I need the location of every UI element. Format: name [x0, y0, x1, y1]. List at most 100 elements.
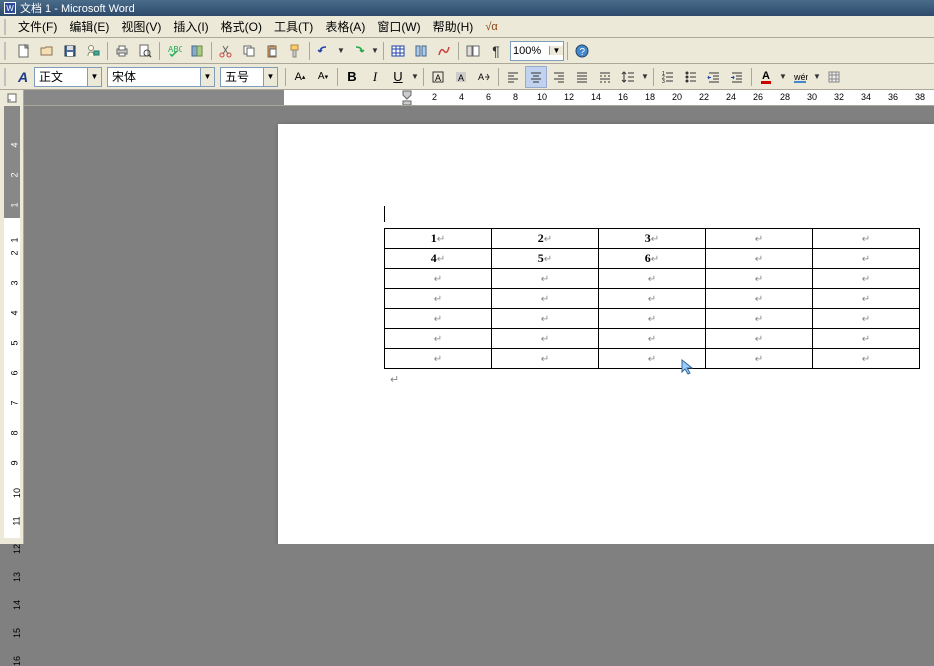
equation-hint[interactable]: √α — [485, 21, 497, 33]
table-cell[interactable]: ↵ — [813, 229, 920, 249]
highlight-button[interactable] — [823, 66, 845, 88]
size-input[interactable] — [221, 70, 263, 84]
page[interactable]: 1↵2↵3↵↵↵4↵5↵6↵↵↵↵↵↵↵↵↵↵↵↵↵↵↵↵↵↵↵↵↵↵↵↵↵↵↵… — [278, 124, 934, 544]
table-cell[interactable]: ↵ — [706, 249, 813, 269]
table-cell[interactable]: ↵ — [706, 309, 813, 329]
shrink-font-button[interactable]: A▾ — [312, 66, 334, 88]
table-cell[interactable]: ↵ — [813, 249, 920, 269]
table-row[interactable]: ↵↵↵↵↵ — [385, 269, 920, 289]
table-row[interactable]: ↵↵↵↵↵ — [385, 329, 920, 349]
table-cell[interactable]: ↵ — [492, 289, 599, 309]
table-cell[interactable]: ↵ — [813, 349, 920, 369]
table-row[interactable]: 1↵2↵3↵↵↵ — [385, 229, 920, 249]
font-input[interactable] — [108, 70, 200, 84]
table-cell[interactable]: ↵ — [492, 329, 599, 349]
document-table[interactable]: 1↵2↵3↵↵↵4↵5↵6↵↵↵↵↵↵↵↵↵↵↵↵↵↵↵↵↵↵↵↵↵↵↵↵↵↵↵… — [384, 228, 920, 369]
table-cell[interactable]: ↵ — [492, 269, 599, 289]
table-cell[interactable]: ↵ — [599, 309, 706, 329]
table-cell[interactable]: ↵ — [385, 349, 492, 369]
vertical-ruler[interactable]: 4 2 1 2 1 3 4 5 6 7 8 9 10 11 12 13 14 1… — [0, 106, 24, 544]
asian-layout-dropdown[interactable]: ▼ — [812, 66, 822, 88]
table-cell[interactable]: 2↵ — [492, 229, 599, 249]
redo-dropdown[interactable]: ▼ — [370, 40, 380, 62]
table-cell[interactable]: 5↵ — [492, 249, 599, 269]
document-area[interactable]: 1↵2↵3↵↵↵4↵5↵6↵↵↵↵↵↵↵↵↵↵↵↵↵↵↵↵↵↵↵↵↵↵↵↵↵↵↵… — [24, 106, 934, 544]
undo-button[interactable] — [313, 40, 335, 62]
help-button[interactable]: ? — [571, 40, 593, 62]
font-dropdown[interactable]: ▼ — [200, 68, 214, 86]
table-cell[interactable]: ↵ — [706, 269, 813, 289]
menu-tools[interactable]: 工具(T) — [268, 16, 319, 37]
table-cell[interactable]: 1↵ — [385, 229, 492, 249]
table-cell[interactable]: 6↵ — [599, 249, 706, 269]
align-center-button[interactable] — [525, 66, 547, 88]
font-color-button[interactable]: A — [755, 66, 777, 88]
char-scale-button[interactable]: A — [473, 66, 495, 88]
toolbar-handle[interactable] — [4, 42, 10, 60]
open-button[interactable] — [36, 40, 58, 62]
line-spacing-button[interactable] — [617, 66, 639, 88]
table-cell[interactable]: ↵ — [706, 329, 813, 349]
underline-button[interactable]: U — [387, 66, 409, 88]
zoom-dropdown[interactable]: ▼ — [549, 46, 563, 55]
table-cell[interactable]: ↵ — [813, 329, 920, 349]
menu-edit[interactable]: 编辑(E) — [63, 16, 115, 37]
table-cell[interactable]: ↵ — [706, 229, 813, 249]
size-combo[interactable]: ▼ — [220, 67, 278, 87]
italic-button[interactable]: I — [364, 66, 386, 88]
font-color-dropdown[interactable]: ▼ — [778, 66, 788, 88]
copy-button[interactable] — [238, 40, 260, 62]
table-cell[interactable]: ↵ — [385, 329, 492, 349]
table-cell[interactable]: 4↵ — [385, 249, 492, 269]
spellcheck-button[interactable]: ABC — [163, 40, 185, 62]
menu-insert[interactable]: 插入(I) — [167, 16, 214, 37]
permission-button[interactable] — [82, 40, 104, 62]
indent-marker[interactable] — [402, 90, 412, 105]
menu-view[interactable]: 视图(V) — [115, 16, 167, 37]
bullets-button[interactable] — [680, 66, 702, 88]
document-map-button[interactable] — [462, 40, 484, 62]
zoom-input[interactable] — [511, 45, 549, 57]
paste-button[interactable] — [261, 40, 283, 62]
show-formatting-button[interactable]: ¶ — [485, 40, 507, 62]
numbering-button[interactable]: 123 — [657, 66, 679, 88]
table-cell[interactable]: ↵ — [599, 269, 706, 289]
menu-file[interactable]: 文件(F) — [12, 16, 63, 37]
ruler-corner[interactable] — [0, 90, 24, 106]
menu-table[interactable]: 表格(A) — [319, 16, 371, 37]
asian-layout-button[interactable]: wén — [789, 66, 811, 88]
menu-help[interactable]: 帮助(H) — [427, 16, 480, 37]
insert-table-button[interactable] — [387, 40, 409, 62]
char-shading-button[interactable]: A — [450, 66, 472, 88]
table-cell[interactable]: ↵ — [385, 309, 492, 329]
table-cell[interactable]: ↵ — [813, 289, 920, 309]
style-dropdown[interactable]: ▼ — [87, 68, 101, 86]
print-preview-button[interactable] — [134, 40, 156, 62]
table-row[interactable]: ↵↵↵↵↵ — [385, 309, 920, 329]
table-cell[interactable]: ↵ — [385, 289, 492, 309]
zoom-combo[interactable]: ▼ — [510, 41, 564, 61]
align-left-button[interactable] — [502, 66, 524, 88]
cut-button[interactable] — [215, 40, 237, 62]
line-spacing-dropdown[interactable]: ▼ — [640, 66, 650, 88]
research-button[interactable] — [186, 40, 208, 62]
toolbar-handle[interactable] — [4, 68, 10, 86]
table-row[interactable]: ↵↵↵↵↵ — [385, 289, 920, 309]
table-cell[interactable]: ↵ — [706, 289, 813, 309]
table-cell[interactable]: ↵ — [813, 269, 920, 289]
format-painter-button[interactable] — [284, 40, 306, 62]
toolbar-handle[interactable] — [4, 19, 10, 35]
size-dropdown[interactable]: ▼ — [263, 68, 277, 86]
menu-format[interactable]: 格式(O) — [215, 16, 268, 37]
bold-button[interactable]: B — [341, 66, 363, 88]
table-cell[interactable]: ↵ — [706, 349, 813, 369]
page-content[interactable]: 1↵2↵3↵↵↵4↵5↵6↵↵↵↵↵↵↵↵↵↵↵↵↵↵↵↵↵↵↵↵↵↵↵↵↵↵↵… — [384, 228, 920, 386]
table-cell[interactable]: ↵ — [385, 269, 492, 289]
align-distribute-button[interactable] — [594, 66, 616, 88]
table-cell[interactable]: ↵ — [599, 289, 706, 309]
menu-window[interactable]: 窗口(W) — [371, 16, 426, 37]
increase-indent-button[interactable] — [726, 66, 748, 88]
style-input[interactable] — [35, 70, 87, 84]
border-box-button[interactable]: A — [427, 66, 449, 88]
drawing-button[interactable] — [433, 40, 455, 62]
